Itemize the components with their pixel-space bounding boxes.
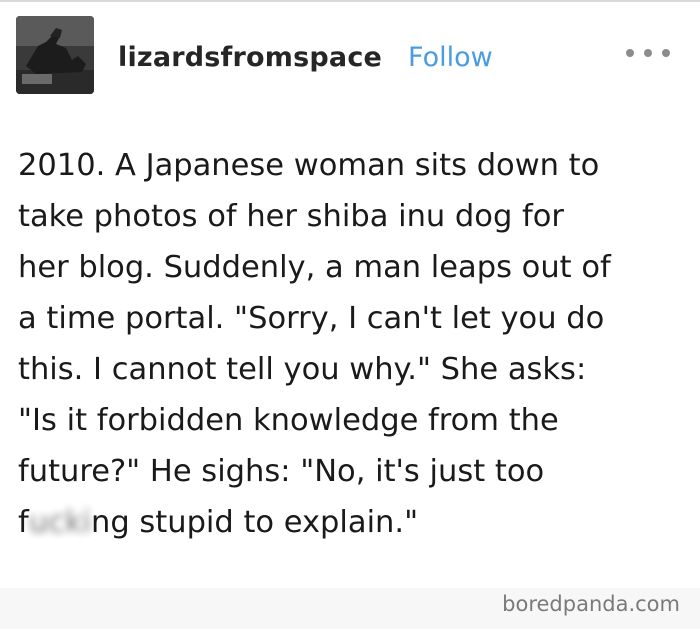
post-body: 2010. A Japanese woman sits down to take… [18,140,688,548]
blog-name[interactable]: lizardsfromspace [118,42,382,73]
post-text-line: "Is it forbidden knowledge from the [18,403,559,438]
post-text-line: a time portal. "Sorry, I can't let you d… [18,301,605,336]
post-text-line-last: fucking stupid to explain." [18,497,688,548]
avatar-image [16,16,94,94]
more-dot [644,49,652,57]
post-text-line: future?" He sighs: "No, it's just too [18,454,545,489]
follow-button[interactable]: Follow [408,42,493,73]
post-text-line: take photos of her shiba inu dog for [18,199,564,234]
post-text-line: her blog. Suddenly, a man leaps out of [18,250,611,285]
censored-blur: ucki [28,505,91,540]
blog-avatar[interactable] [16,16,94,94]
more-dot [626,49,634,57]
more-horizontal-icon[interactable] [624,46,672,60]
post-text-line: this. I cannot tell you why." She asks: [18,352,587,387]
censored-suffix: ng stupid to explain." [91,505,419,540]
censored-prefix: f [18,505,29,540]
post-header: lizardsfromspace Follow [16,16,684,94]
top-divider [0,0,700,2]
post-screenshot: lizardsfromspace Follow 2010. A Japanese… [0,0,700,629]
more-dot [662,49,670,57]
post-text-line: 2010. A Japanese woman sits down to [18,148,600,183]
watermark: boredpanda.com [502,592,680,616]
